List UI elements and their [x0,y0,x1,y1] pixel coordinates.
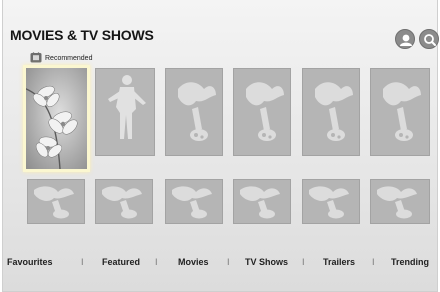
content-tile-placeholder[interactable] [165,68,223,156]
tab-trailers[interactable]: Trailers [323,257,355,267]
content-tile-placeholder[interactable] [165,179,223,224]
content-tile-placeholder[interactable] [233,179,291,224]
tab-separator: I [302,257,305,267]
recommended-tag: Recommended [30,52,92,64]
tab-separator: I [81,257,84,267]
recommended-label: Recommended [45,54,93,62]
placeholder-graphic [96,180,152,223]
content-tile-placeholder[interactable] [302,179,360,224]
tab-featured[interactable]: Featured [102,257,140,267]
placeholder-graphic [371,180,429,223]
content-tile-placeholder[interactable] [370,179,430,224]
content-tile-placeholder[interactable] [233,68,291,156]
placeholder-graphic [166,180,222,223]
tab-separator: I [155,257,158,267]
placeholder-graphic [234,180,290,223]
content-tile-orchid[interactable] [23,65,90,172]
page-title: MOVIES & TV SHOWS [10,27,154,43]
content-tile-placeholder[interactable] [27,179,85,224]
tab-favourites[interactable]: Favourites [7,257,53,267]
person-silhouette-image [96,69,154,155]
recommended-icon [30,52,42,63]
placeholder-graphic [166,69,222,155]
category-tab-bar: Favourites I Featured I Movies I TV Show… [0,257,440,273]
placeholder-graphic [28,180,84,223]
tab-separator: I [372,257,375,267]
person-icon [400,34,412,46]
placeholder-graphic [303,180,359,223]
content-tile-placeholder[interactable] [302,68,360,156]
orchid-artwork [26,68,87,169]
placeholder-graphic [234,69,290,155]
tab-trending[interactable]: Trending [391,257,429,267]
profile-button[interactable] [395,29,415,49]
content-tile-placeholder[interactable] [95,179,153,224]
tab-separator: I [227,257,230,267]
tab-tv-shows[interactable]: TV Shows [245,257,288,267]
content-tile-placeholder[interactable] [370,68,430,156]
placeholder-graphic [303,69,359,155]
search-icon [424,34,436,46]
content-tile-silhouette[interactable] [95,68,155,156]
search-button[interactable] [419,29,439,49]
placeholder-graphic [371,69,429,155]
tab-movies[interactable]: Movies [178,257,209,267]
